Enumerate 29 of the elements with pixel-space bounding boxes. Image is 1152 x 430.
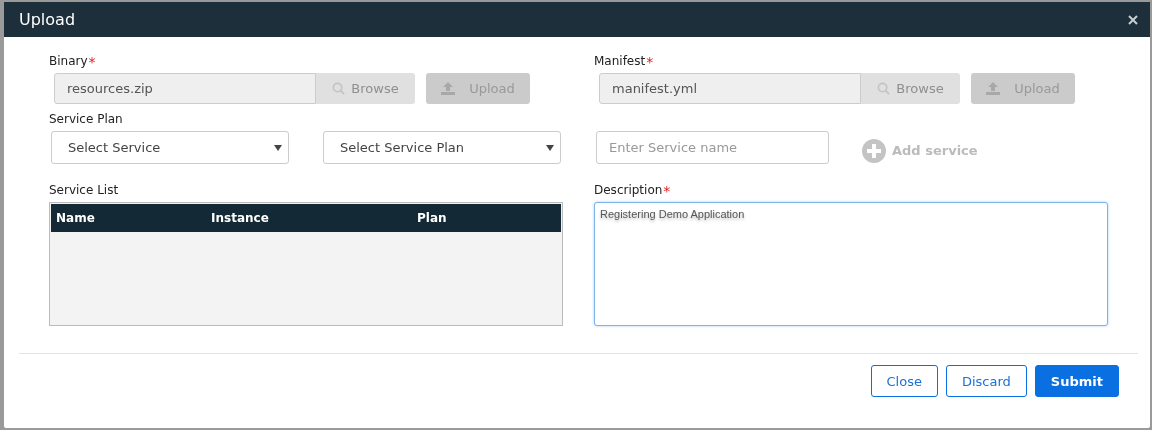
field-label: Manifest (594, 54, 646, 68)
required-mark: * (663, 183, 671, 199)
column-header: Plan (417, 211, 448, 225)
file-name-field[interactable]: manifest.yml (599, 73, 861, 104)
search-icon (877, 82, 891, 95)
service-select[interactable]: Select Service (51, 131, 289, 164)
caret-icon (274, 144, 282, 151)
search-icon (332, 82, 346, 95)
file-name-field[interactable]: resources.zip (54, 73, 316, 104)
field-label: Binary (49, 54, 88, 68)
field-label: Description (594, 183, 663, 197)
service-select[interactable]: Select Service Plan (323, 131, 561, 164)
footer-button[interactable]: Close (870, 365, 938, 397)
footer-button[interactable]: Discard (945, 365, 1027, 397)
upload-icon (441, 82, 456, 95)
field-label: Service Plan (49, 112, 124, 126)
column-header: Name (56, 211, 96, 225)
dialog-title: Upload (19, 10, 76, 29)
upload-icon (986, 82, 1001, 95)
description-field[interactable]: Registering Demo Application (594, 202, 1108, 326)
close-icon[interactable] (1128, 14, 1138, 25)
field-label: Service List (49, 183, 120, 197)
caret-icon (546, 144, 554, 151)
plus-icon (862, 138, 886, 163)
service-name-field[interactable]: Enter Service name (596, 131, 829, 164)
required-mark: * (88, 54, 96, 70)
required-mark: * (646, 54, 654, 70)
column-header: Instance (211, 211, 270, 225)
submit-button[interactable]: Submit (1034, 365, 1119, 397)
